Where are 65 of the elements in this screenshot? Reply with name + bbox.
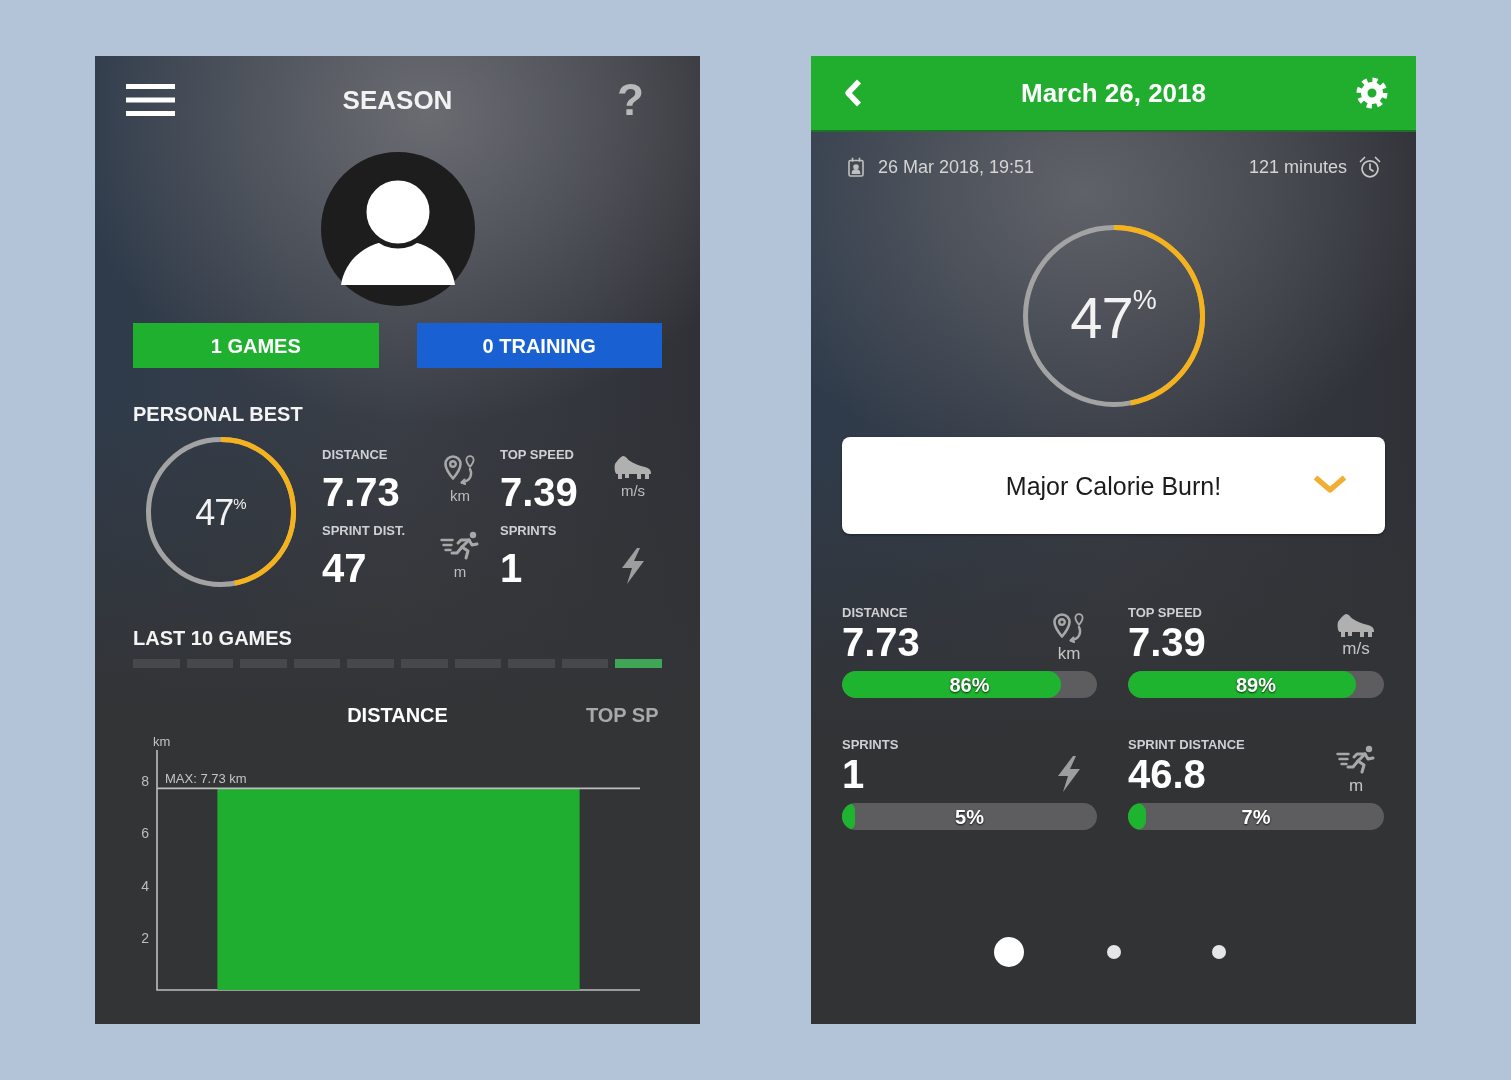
stat-label: SPRINT DISTANCE: [1128, 738, 1245, 752]
section-title: PERSONAL BEST: [133, 402, 303, 426]
ring-percentage: 47$^{%}$: [195, 495, 247, 532]
unit-label: m: [453, 563, 467, 581]
section-title: LAST 10 GAMES: [133, 626, 292, 650]
summary-card[interactable]: Major Calorie Burn!: [842, 437, 1385, 534]
screen-title: SEASON: [342, 85, 453, 115]
stat-label: SPRINTS: [500, 523, 557, 539]
axis-tick-label: 8: [141, 773, 149, 790]
alarm-clock-icon: [1359, 156, 1381, 178]
running-person-icon: [440, 531, 480, 561]
game-date-time: 26 Mar 2018, 19:51: [878, 156, 1035, 178]
stat-value: 7.39: [500, 470, 578, 514]
stat-value: 7.73: [842, 620, 920, 664]
chart-tab[interactable]: DISTANCE: [347, 703, 448, 727]
training-button[interactable]: 0 TRAINING: [416, 323, 662, 368]
unit-label: km: [1057, 645, 1081, 663]
calendar-icon: [848, 157, 864, 177]
axis-tick-label: 6: [141, 825, 149, 842]
stat-value: 1: [842, 752, 865, 796]
unit-label: m: [1348, 777, 1364, 795]
stat-label: TOP SPEED: [500, 447, 574, 463]
game-bar[interactable]: [615, 659, 662, 668]
map-pins-route-icon: [444, 455, 476, 485]
game-duration: 121 minutes: [1248, 156, 1347, 178]
stat-label: DISTANCE: [842, 606, 908, 620]
axis-tick-label: 2: [141, 929, 149, 946]
user-avatar-icon: [320, 152, 475, 306]
lightning-bolt-icon: [620, 548, 646, 584]
axis-tick-label: 4: [141, 877, 149, 894]
cleat-shoe-icon: [614, 455, 652, 480]
map-pins-route-icon: [1053, 613, 1085, 643]
back-chevron-icon: [843, 78, 863, 108]
stat-value: 46.8: [1128, 752, 1206, 796]
chart-tab[interactable]: TOP SP: [585, 703, 659, 727]
cleat-shoe-icon: [1337, 613, 1375, 638]
lightning-bolt-icon: [1056, 756, 1082, 792]
unit-label: m/s: [620, 482, 646, 500]
running-person-icon: [1336, 745, 1376, 775]
menu-icon: [126, 84, 175, 116]
menu-button[interactable]: [126, 84, 175, 116]
stat-value: 7.39: [1128, 620, 1206, 664]
axis-title: km: [153, 734, 171, 749]
stat-value: 7.73: [322, 470, 400, 514]
progress-percent: 89%: [1236, 673, 1276, 696]
max-label: MAX: 7.73 km: [165, 771, 247, 787]
stat-value: 47: [322, 546, 367, 590]
progress-percent: 5%: [955, 805, 984, 828]
stat-label: TOP SPEED: [1128, 606, 1202, 620]
unit-label: km: [450, 487, 470, 505]
progress-percent: 7%: [1241, 805, 1271, 828]
stat-value: 1: [500, 546, 523, 590]
stat-label: SPRINTS: [842, 738, 899, 752]
progress-percent: 86%: [949, 673, 990, 696]
help-button[interactable]: ?: [617, 78, 644, 122]
chevron-down-icon: [1312, 474, 1348, 494]
ring-percentage: 47$^{%}$: [1070, 289, 1157, 348]
back-button[interactable]: [843, 78, 863, 108]
settings-icon: [1356, 77, 1388, 109]
unit-label: m/s: [1342, 640, 1370, 658]
stat-label: SPRINT DIST.: [322, 523, 406, 539]
settings-button[interactable]: [1356, 77, 1388, 109]
summary-message: Major Calorie Burn!: [1005, 470, 1222, 501]
screen-title: March 26, 2018: [1021, 78, 1206, 108]
stat-label: DISTANCE: [322, 447, 388, 463]
